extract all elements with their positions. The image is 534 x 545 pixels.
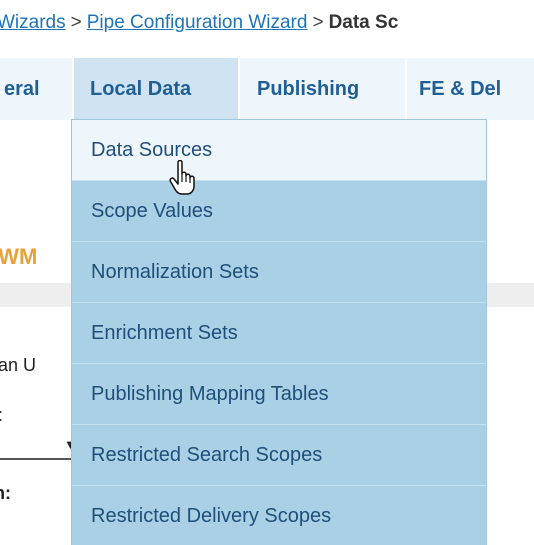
breadcrumb-separator: > — [70, 12, 82, 33]
breadcrumb-separator: > — [312, 12, 324, 33]
menu-item-normalization-sets[interactable]: Normalization Sets — [72, 242, 486, 302]
select-dropdown-fragment[interactable] — [0, 432, 72, 460]
menu-item-data-sources[interactable]: Data Sources — [72, 120, 486, 180]
hand-pointer-cursor-icon — [169, 160, 195, 195]
breadcrumb-current: Data Sc — [328, 12, 399, 33]
menu-item-label: Normalization Sets — [91, 261, 259, 283]
menu-item-restricted-delivery-scopes[interactable]: Restricted Delivery Scopes — [72, 486, 486, 545]
nav-tab-local-data[interactable]: Local Data — [74, 58, 238, 120]
breadcrumb-link-pipe-configuration-wizard[interactable]: Pipe Configuration Wizard — [87, 12, 308, 33]
menu-item-enrichment-sets[interactable]: Enrichment Sets — [72, 303, 486, 363]
breadcrumb: Wizards > Pipe Configuration Wizard > Data S… — [0, 10, 534, 36]
field-label-fragment: n: — [0, 483, 11, 503]
nav-tab-publishing[interactable]: Publishing — [240, 58, 405, 120]
menu-item-label: Restricted Search Scopes — [91, 444, 323, 466]
menu-item-restricted-search-scopes[interactable]: Restricted Search Scopes — [72, 425, 486, 485]
menu-item-label: Restricted Delivery Scopes — [91, 505, 332, 527]
main-nav-bar: eral Local Data Publishing FE & Del — [0, 58, 534, 120]
nav-tab-fe-delivery[interactable]: FE & Del — [407, 58, 534, 120]
field-label-fragment: : — [0, 405, 3, 426]
local-data-dropdown-menu: Data Sources Scope Values Normalization … — [72, 120, 486, 545]
menu-item-label: Enrichment Sets — [91, 322, 238, 344]
nav-tab-general[interactable]: eral — [0, 58, 72, 120]
menu-item-scope-values[interactable]: Scope Values — [72, 181, 486, 241]
page-heading-fragment: LWM — [0, 244, 38, 269]
menu-item-label: Publishing Mapping Tables — [91, 383, 329, 405]
breadcrumb-link-wizards[interactable]: Wizards — [0, 12, 66, 33]
field-label-fragment: jan U — [0, 355, 37, 375]
menu-item-publishing-mapping-tables[interactable]: Publishing Mapping Tables — [72, 364, 486, 424]
